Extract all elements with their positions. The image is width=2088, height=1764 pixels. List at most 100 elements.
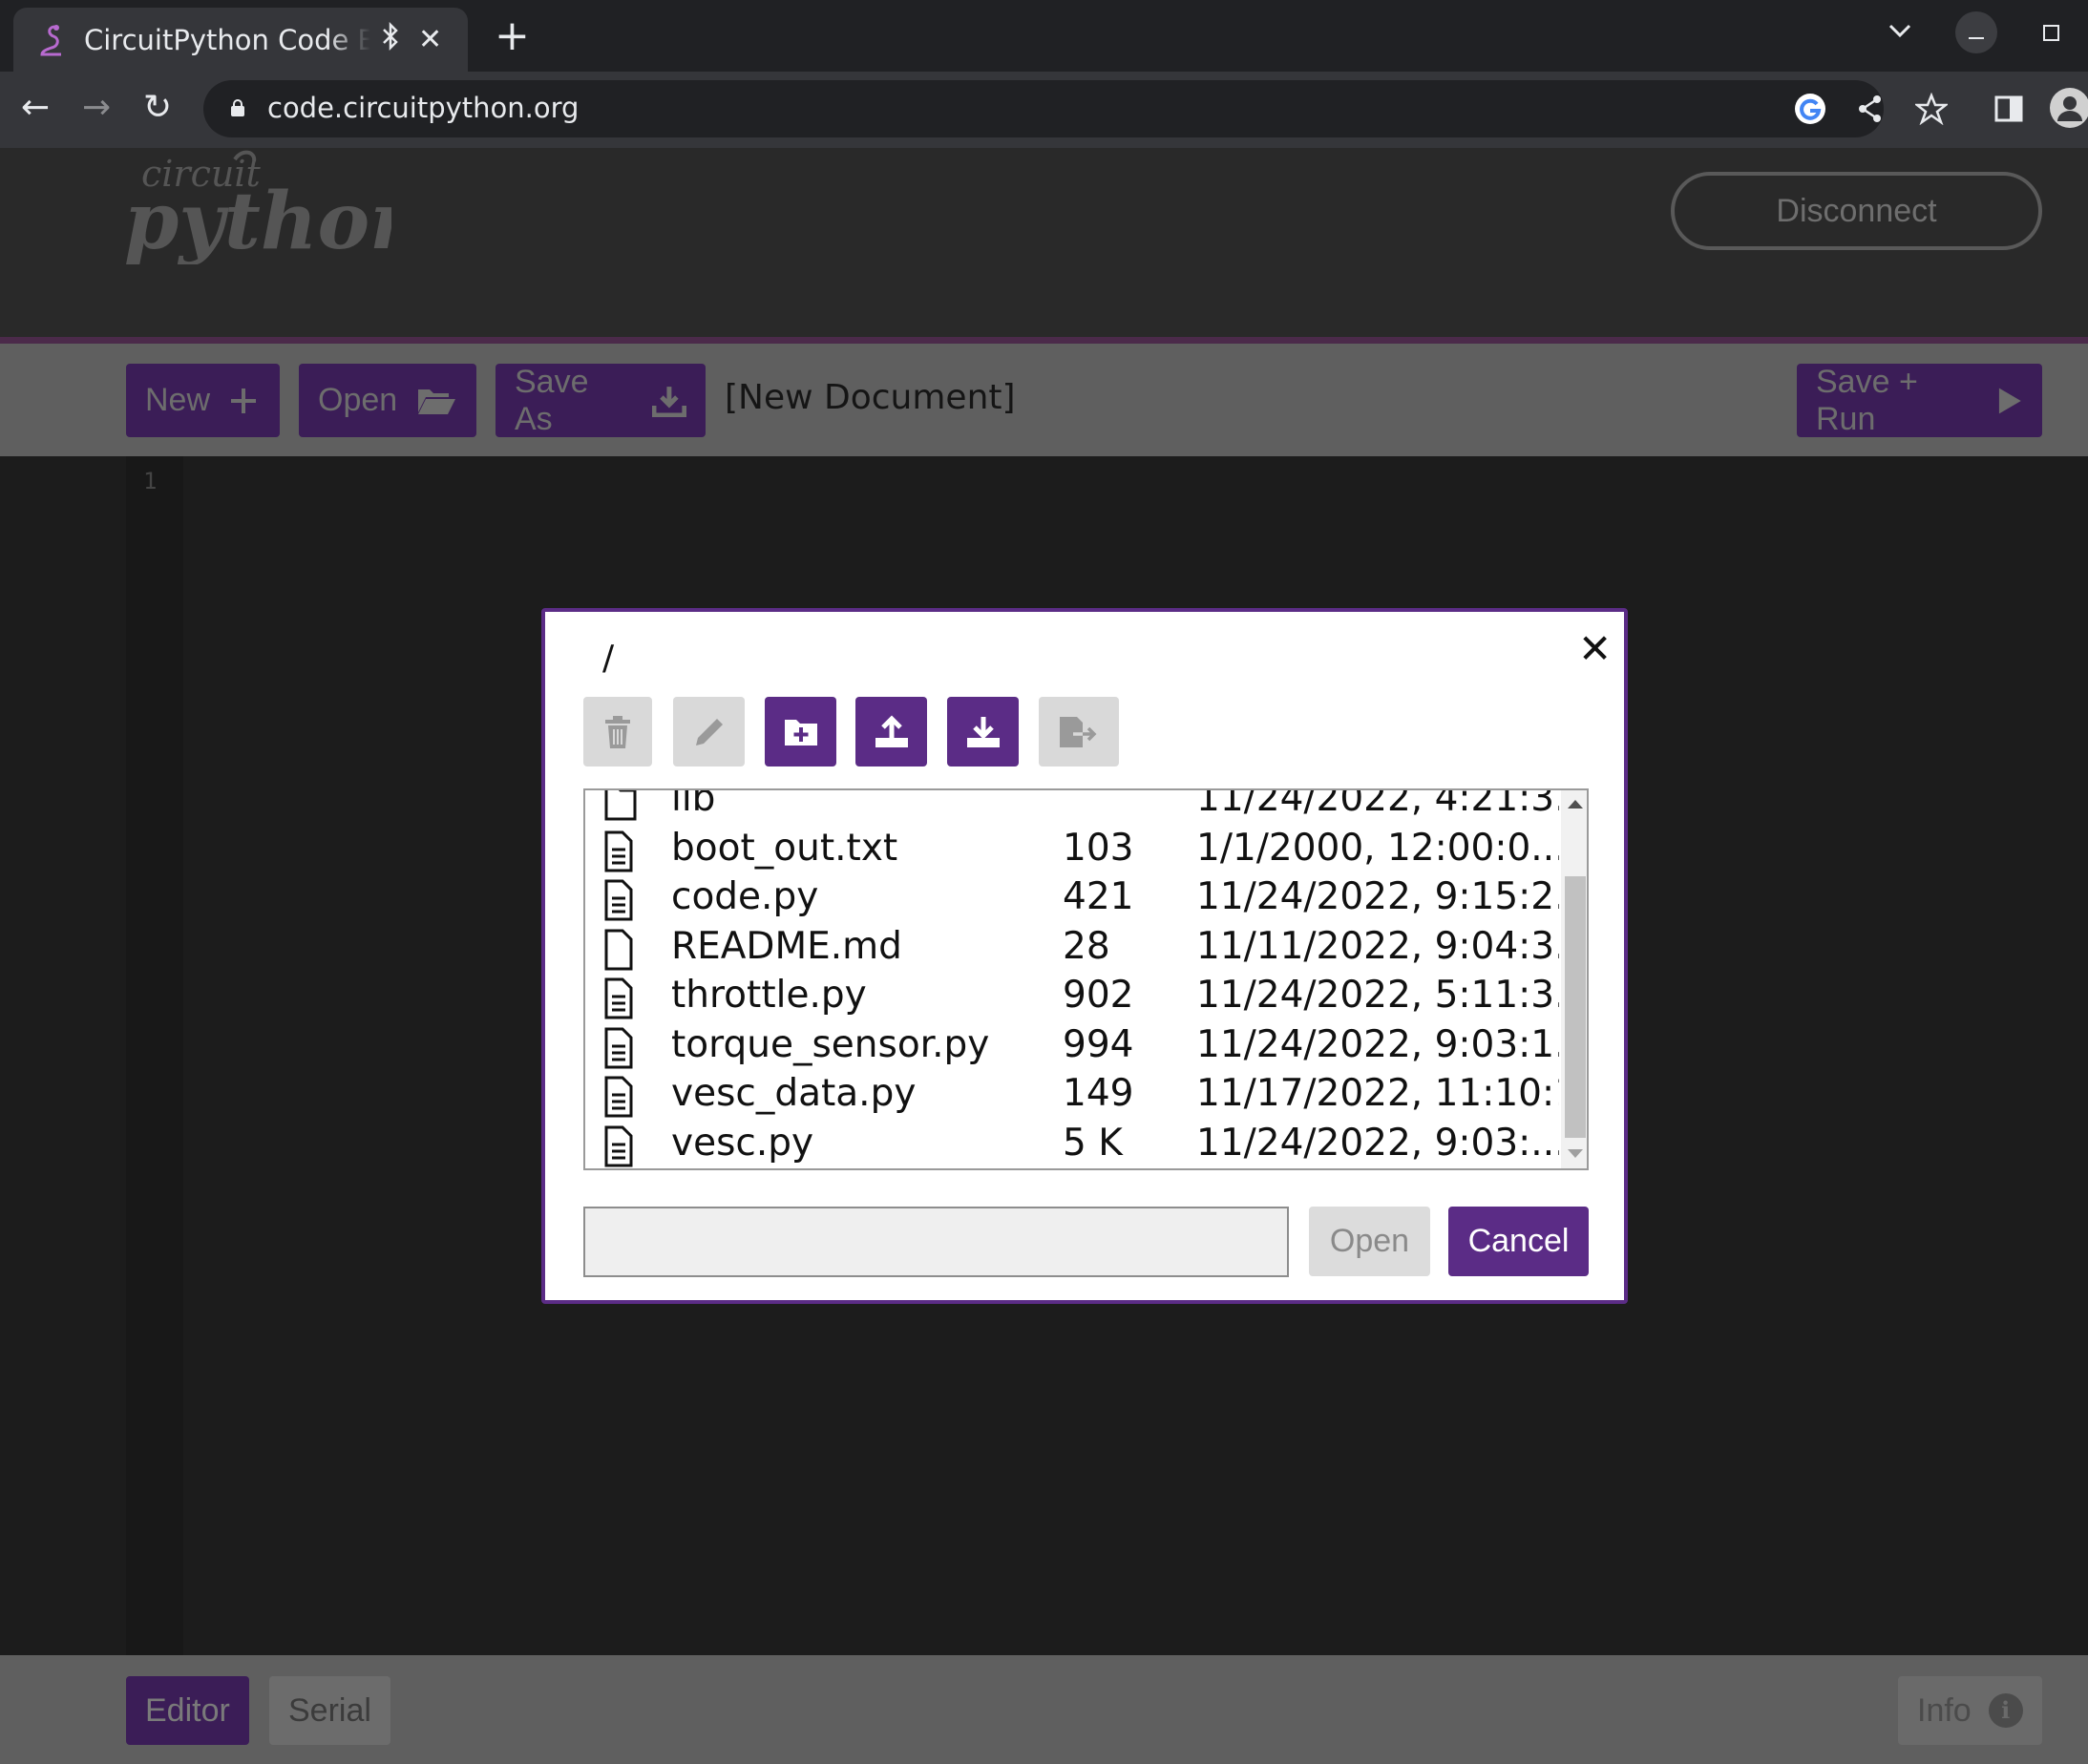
document-toolbar: New Open Save As [New Document] Save + R…: [0, 344, 2088, 456]
save-run-button-label: Save + Run: [1816, 363, 1918, 437]
browser-tabstrip: CircuitPython Code Ed ✕ +: [0, 0, 2088, 72]
open-button[interactable]: Open: [299, 364, 476, 437]
file-list[interactable]: lib 11/24/2022, 4:21:3... boot_out.txt 103 1…: [583, 788, 1589, 1170]
share-icon[interactable]: [1856, 93, 1885, 125]
window-minimize-button[interactable]: [1955, 11, 1997, 53]
file-name: throttle.py: [671, 974, 867, 1017]
open-button-label: Open: [318, 382, 398, 418]
pencil-icon: [695, 718, 723, 746]
trash-icon: [605, 715, 630, 748]
address-bar[interactable]: code.circuitpython.org: [203, 80, 1948, 137]
tab-title: CircuitPython Code Ed: [84, 23, 370, 56]
scroll-down-arrow-icon[interactable]: [1568, 1149, 1583, 1158]
svg-text:python: python: [124, 176, 391, 264]
file-size: 103: [1063, 826, 1134, 870]
close-icon[interactable]: ✕: [1578, 629, 1612, 669]
dialog-open-button[interactable]: Open: [1309, 1207, 1430, 1276]
upload-button[interactable]: [855, 697, 927, 766]
file-text-icon: [604, 1076, 633, 1127]
file-size: 421: [1063, 875, 1134, 918]
file-size: 902: [1063, 974, 1134, 1017]
file-size: 28: [1063, 924, 1110, 968]
file-text-icon: [604, 879, 633, 931]
file-row[interactable]: boot_out.txt 103 1/1/2000, 12:00:0...: [585, 827, 1559, 876]
profile-avatar-icon[interactable]: [2049, 87, 2088, 129]
delete-button[interactable]: [583, 697, 652, 766]
circuitpython-logo: circuit python: [124, 150, 391, 264]
file-modified-date: 11/24/2022, 9:03:1...: [1196, 1022, 1559, 1066]
browser-tab[interactable]: CircuitPython Code Ed ✕: [13, 8, 468, 72]
file-name: code.py: [671, 875, 819, 918]
filename-input[interactable]: [583, 1207, 1289, 1277]
file-row[interactable]: README.md 28 11/11/2022, 9:04:3...: [585, 925, 1559, 975]
file-row[interactable]: vesc_data.py 149 11/17/2022, 11:10:1...: [585, 1072, 1559, 1122]
reload-button[interactable]: ↻: [143, 89, 172, 127]
new-button-label: New: [145, 382, 211, 418]
rename-button[interactable]: [673, 697, 745, 766]
line-number-gutter: [126, 456, 183, 1655]
file-name: lib: [671, 788, 716, 820]
download-icon: [966, 716, 1000, 747]
bookmark-star-icon[interactable]: [1915, 93, 1948, 125]
download-button[interactable]: [947, 697, 1019, 766]
file-name: boot_out.txt: [671, 826, 898, 870]
line-number: 1: [143, 468, 158, 494]
info-button[interactable]: Info i: [1898, 1676, 2042, 1745]
dialog-cancel-button[interactable]: Cancel: [1448, 1207, 1589, 1276]
back-button[interactable]: ←: [21, 89, 50, 127]
document-title: [New Document]: [725, 378, 1016, 417]
window-maximize-button[interactable]: [2043, 25, 2059, 41]
folder-open-icon: [418, 388, 456, 414]
move-button[interactable]: [1039, 697, 1119, 766]
file-modified-date: 11/11/2022, 9:04:3...: [1196, 924, 1559, 968]
save-as-button-label: Save As: [515, 363, 589, 437]
file-modified-date: 1/1/2000, 12:00:0...: [1196, 826, 1559, 870]
new-button[interactable]: New: [126, 364, 280, 437]
google-lens-icon[interactable]: [1794, 93, 1826, 125]
url-text[interactable]: code.circuitpython.org: [267, 92, 579, 124]
file-name: README.md: [671, 924, 902, 968]
file-text-icon: [604, 830, 633, 882]
file-modified-date: 11/24/2022, 9:03:...: [1196, 1121, 1559, 1165]
serial-tab-button[interactable]: Serial: [269, 1676, 390, 1745]
file-text-icon: [604, 1027, 633, 1079]
file-row[interactable]: vesc.py 5 K 11/24/2022, 9:03:...: [585, 1121, 1559, 1169]
bluetooth-icon: [382, 21, 399, 58]
file-modified-date: 11/24/2022, 9:15:2...: [1196, 875, 1559, 918]
file-name: torque_sensor.py: [671, 1022, 990, 1066]
file-export-icon: [1060, 716, 1097, 747]
file-row[interactable]: torque_sensor.py 994 11/24/2022, 9:03:1...: [585, 1023, 1559, 1073]
upload-icon: [875, 714, 908, 747]
play-icon: [1999, 388, 2022, 413]
tab-close-icon[interactable]: ✕: [418, 23, 442, 56]
scrollbar-thumb[interactable]: [1565, 876, 1586, 1138]
file-modified-date: 11/24/2022, 5:11:3...: [1196, 974, 1559, 1017]
browser-toolbar: ← → ↻ code.circuitpython.org: [0, 72, 2088, 148]
current-path: /: [602, 639, 615, 678]
file-row[interactable]: lib 11/24/2022, 4:21:3...: [585, 788, 1559, 827]
file-modified-date: 11/24/2022, 4:21:3...: [1196, 788, 1559, 820]
info-button-label: Info: [1917, 1691, 1972, 1729]
bottom-bar: Editor Serial Info i: [0, 1655, 2088, 1764]
file-row[interactable]: code.py 421 11/24/2022, 9:15:2...: [585, 875, 1559, 925]
save-as-button[interactable]: Save As: [496, 364, 706, 437]
file-name: vesc.py: [671, 1121, 814, 1165]
file-row[interactable]: throttle.py 902 11/24/2022, 5:11:3...: [585, 974, 1559, 1023]
scroll-up-arrow-icon[interactable]: [1568, 800, 1583, 808]
file-text-icon: [604, 1125, 633, 1169]
info-icon: i: [1988, 1693, 2023, 1728]
save-run-button[interactable]: Save + Run: [1797, 364, 2042, 437]
new-tab-button[interactable]: +: [495, 15, 530, 57]
lock-icon[interactable]: [230, 99, 245, 116]
plus-icon: [231, 388, 257, 413]
tab-search-chevron-icon[interactable]: [1887, 21, 1913, 40]
download-icon: [652, 386, 686, 417]
circuitpython-snake-icon: [40, 24, 61, 55]
file-size: 149: [1063, 1072, 1134, 1115]
new-folder-button[interactable]: [765, 697, 836, 766]
editor-tab-button[interactable]: Editor: [126, 1676, 249, 1745]
disconnect-button[interactable]: Disconnect: [1671, 172, 2042, 250]
header-accent-divider: [0, 337, 2088, 344]
forward-button[interactable]: →: [82, 89, 111, 127]
side-panel-icon[interactable]: [1994, 94, 2023, 123]
